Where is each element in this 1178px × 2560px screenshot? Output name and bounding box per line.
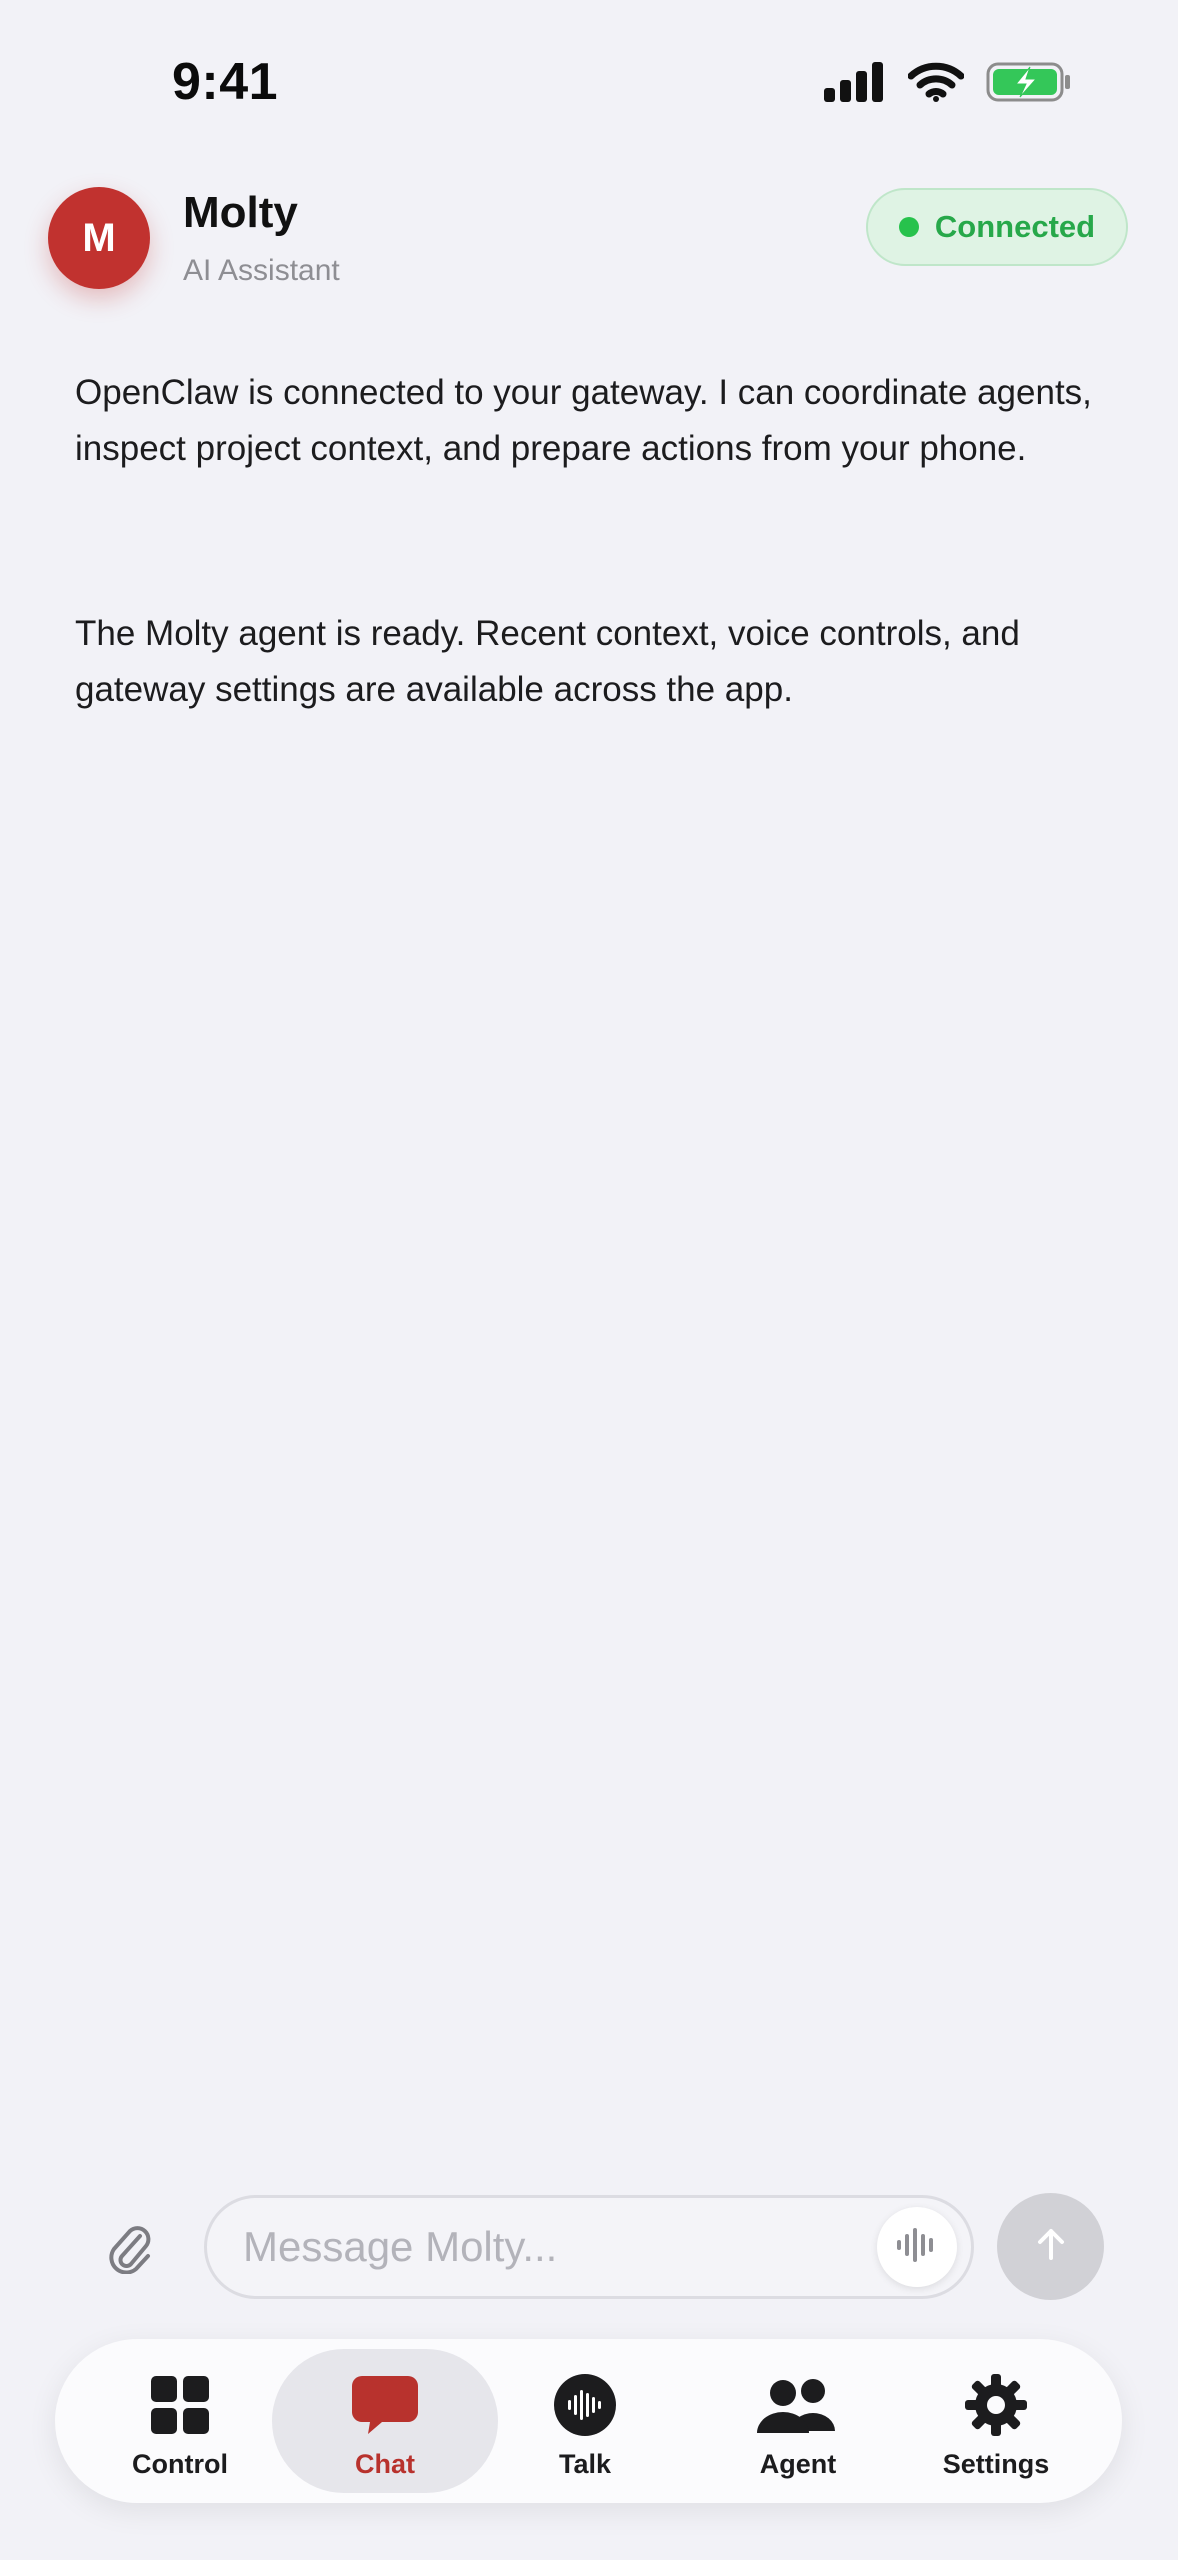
cellular-signal-icon [824, 61, 886, 107]
assistant-message: OpenClaw is connected to your gateway. I… [75, 373, 1092, 468]
tab-agent[interactable]: Agent [693, 2349, 903, 2493]
tab-label: Talk [558, 2449, 612, 2479]
gear-icon [964, 2373, 1028, 2437]
grid-icon [151, 2373, 209, 2437]
status-dot-icon [898, 217, 919, 237]
waveform-circle-icon [554, 2373, 616, 2437]
tab-bar: Control Chat Talk Agent Settings [55, 2339, 1122, 2503]
arrow-up-icon [1031, 2224, 1071, 2269]
status-icons [824, 61, 1072, 108]
tab-control[interactable]: Control [75, 2349, 285, 2493]
avatar-initial: M [82, 215, 116, 260]
agent-name: Molty [183, 188, 298, 237]
agent-subtitle: AI Assistant [183, 254, 340, 287]
status-bar: 9:41 [0, 0, 1178, 170]
chat-screen: 9:41 M Molty AI Assistant Connected Open… [0, 0, 1178, 2560]
status-time: 9:41 [172, 53, 279, 111]
message-composer [204, 2195, 974, 2299]
battery-charging-icon [986, 61, 1072, 108]
connection-status-badge[interactable]: Connected [866, 188, 1128, 266]
chat-bubble-icon [350, 2373, 420, 2437]
tab-label: Settings [942, 2449, 1050, 2479]
wifi-icon [907, 62, 965, 107]
attach-button[interactable] [98, 2218, 162, 2282]
people-icon [755, 2373, 841, 2437]
voice-input-button[interactable] [877, 2207, 957, 2287]
tab-label: Chat [355, 2449, 415, 2479]
message-input[interactable] [243, 2198, 843, 2296]
tab-label: Agent [759, 2449, 837, 2479]
connection-status-label: Connected [934, 209, 1096, 244]
waveform-icon [895, 2225, 939, 2270]
send-button[interactable] [997, 2193, 1104, 2300]
tab-label: Control [132, 2449, 228, 2479]
assistant-message: The Molty agent is ready. Recent context… [75, 614, 1020, 709]
avatar[interactable]: M [48, 187, 150, 289]
tab-talk[interactable]: Talk [480, 2349, 690, 2493]
tab-chat[interactable]: Chat [272, 2349, 498, 2493]
paperclip-icon [106, 2222, 154, 2279]
tab-settings[interactable]: Settings [891, 2349, 1101, 2493]
